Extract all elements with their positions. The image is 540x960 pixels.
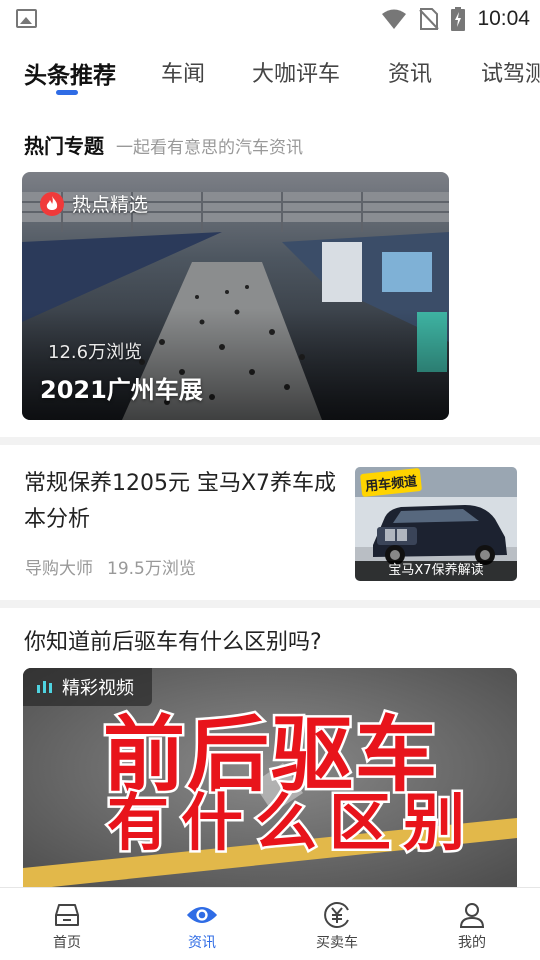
article-views: 19.5万浏览 [107,559,196,579]
nav-buy-sell[interactable]: 买卖车 [297,900,377,952]
yen-coin-icon [321,900,353,930]
tab-headlines[interactable]: 头条推荐 [24,56,116,90]
nav-label: 首页 [53,935,81,951]
article-author: 导购大师 [25,559,93,579]
person-icon [456,900,488,930]
category-tabs: 头条推荐 车闻 大咖评车 资讯 试驾测 [0,48,540,102]
battery-charging-icon [451,7,466,31]
nav-news[interactable]: 资讯 [162,900,242,952]
section-subtitle: 一起看有意思的汽车资讯 [116,138,303,158]
equalizer-icon [37,681,52,693]
article-item[interactable]: 常规保养1205元 宝马X7养车成本分析 导购大师 19.5万浏览 用车频道 宝… [0,448,540,600]
image-notification-icon [16,9,37,28]
section-title: 热门专题 [24,134,104,158]
article-title: 常规保养1205元 宝马X7养车成本分析 [24,471,337,532]
video-overlay-line2: 有什么区别 [104,784,478,862]
nav-label: 买卖车 [316,935,358,951]
tab-news[interactable]: 资讯 [388,56,432,88]
badge-label: 热点精选 [72,194,149,216]
wifi-icon [382,9,407,29]
nav-label: 我的 [458,935,486,951]
view-count: 12.6万浏览 [48,342,143,363]
clock: 10:04 [477,7,530,30]
hot-topic-card[interactable]: 热点精选 12.6万浏览 2021广州车展 [22,172,449,420]
status-icons: 10:04 [381,4,530,34]
eye-icon [186,900,218,930]
flame-icon [40,191,64,216]
active-tab-indicator [56,90,78,95]
tab-car-news[interactable]: 车闻 [161,56,205,88]
section-divider [0,437,540,445]
video-card[interactable]: 精彩视频 前后驱车 有什么区别 [23,668,517,890]
bottom-navigation: 首页 资讯 买卖车 我的 [0,887,540,960]
tab-test-drive[interactable]: 试驾测 [481,56,540,88]
topic-title: 2021广州车展 [40,376,203,404]
nav-label: 资讯 [188,935,216,951]
section-divider [0,600,540,608]
article-meta: 导购大师 19.5万浏览 [25,554,196,579]
thumbnail-caption: 宝马X7保养解读 [355,561,517,581]
nav-home[interactable]: 首页 [27,900,107,952]
video-title[interactable]: 你知道前后驱车有什么区别吗? [24,624,322,656]
hot-pick-badge: 热点精选 [40,190,148,217]
hot-topics-header: 热门专题 一起看有意思的汽车资讯 [24,130,303,159]
status-bar: 10:04 [0,0,540,38]
article-thumbnail: 用车频道 宝马X7保养解读 [355,467,517,581]
car-home-icon [51,900,83,930]
nav-mine[interactable]: 我的 [432,900,512,952]
tab-expert-reviews[interactable]: 大咖评车 [252,56,340,88]
no-sim-icon [419,8,440,30]
